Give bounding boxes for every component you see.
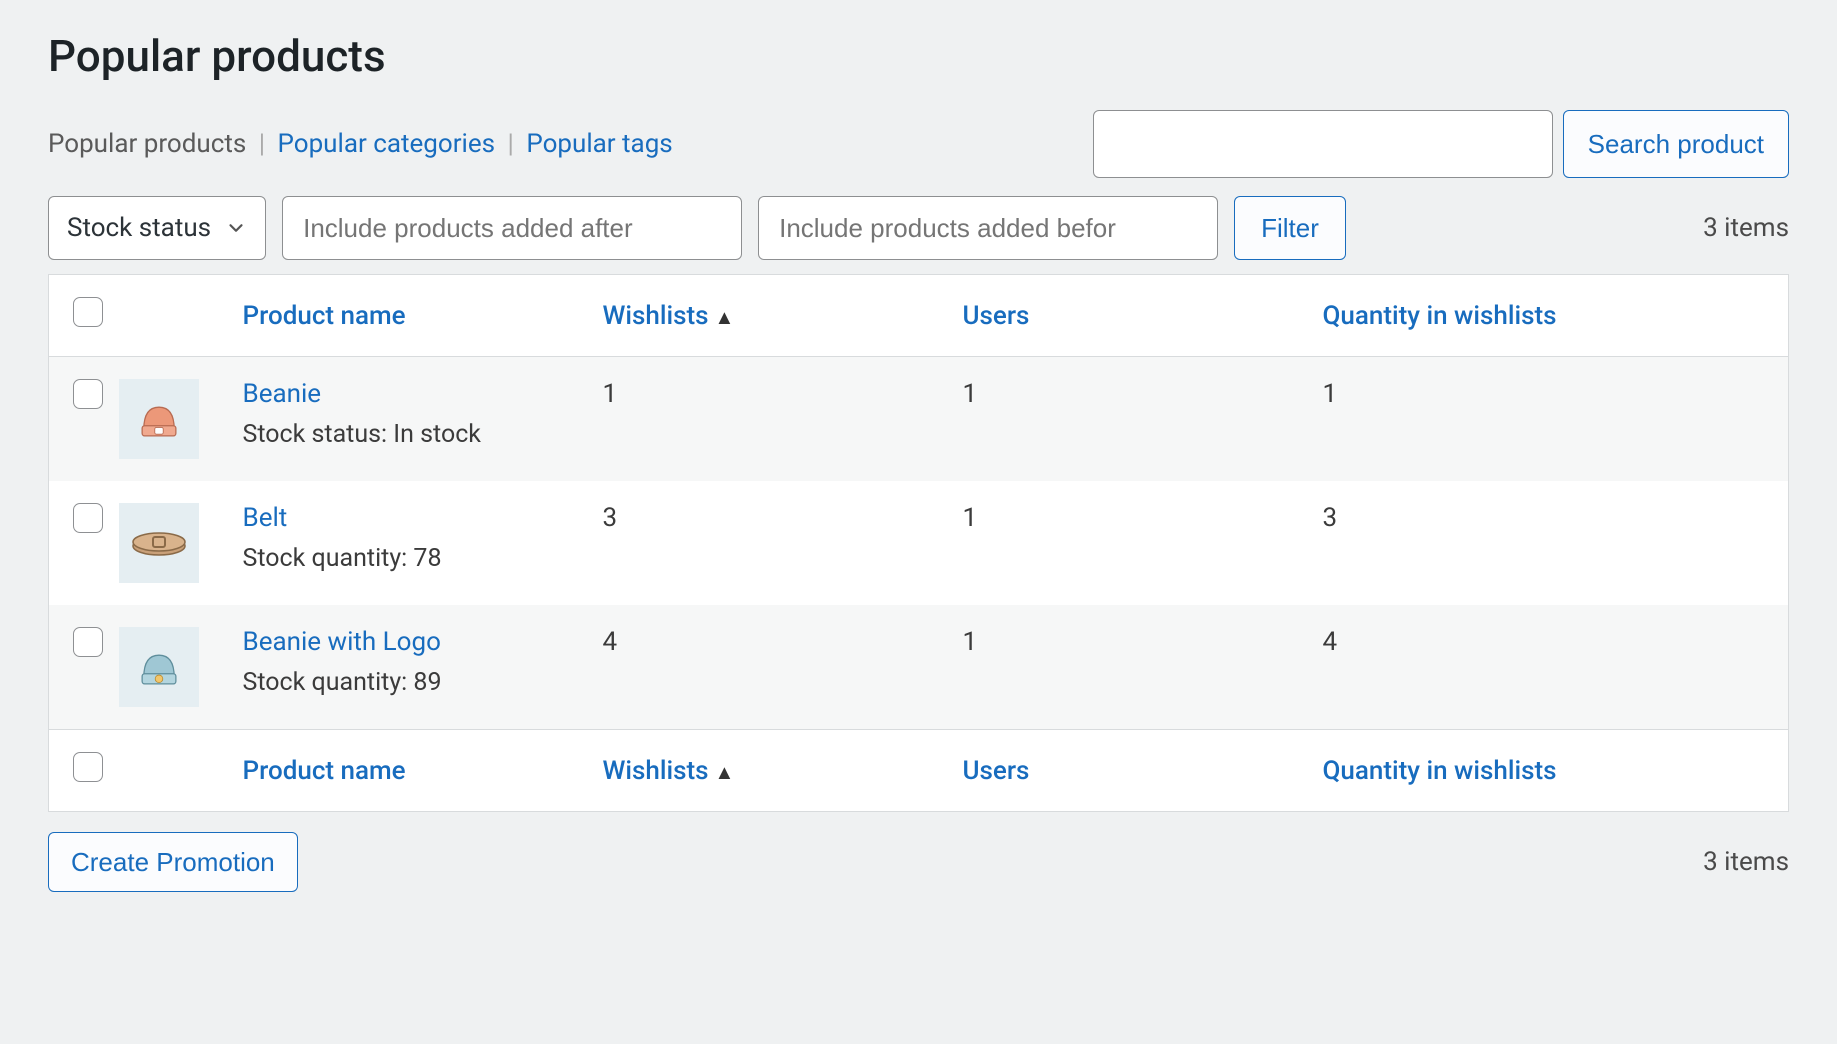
cell-quantity: 1 <box>1299 357 1789 482</box>
stock-status-select[interactable]: Stock status <box>48 196 266 260</box>
added-after-field[interactable] <box>301 198 723 258</box>
belt-icon <box>127 516 191 570</box>
beanie-logo-icon <box>132 640 186 694</box>
added-after-input[interactable] <box>282 196 742 260</box>
item-count-top: 3 items <box>1703 213 1789 243</box>
create-promotion-button[interactable]: Create Promotion <box>48 832 298 892</box>
col-wishlists-label: Wishlists <box>603 301 709 331</box>
select-all-checkbox[interactable] <box>73 297 103 327</box>
col-wishlists-label-bottom: Wishlists <box>603 756 709 786</box>
col-quantity-bottom[interactable]: Quantity in wishlists <box>1323 756 1557 786</box>
cell-wishlists: 1 <box>579 357 939 482</box>
stock-status-label: Stock status <box>67 213 211 243</box>
col-product-name[interactable]: Product name <box>243 301 406 331</box>
sort-asc-icon: ▲ <box>715 305 735 329</box>
products-table: Product name Wishlists▲ Users Quantity i… <box>48 274 1789 812</box>
product-thumbnail[interactable] <box>119 627 199 707</box>
filter-row: Stock status Filter 3 items <box>48 196 1789 260</box>
table-footer-row: Product name Wishlists▲ Users Quantity i… <box>49 730 1789 812</box>
search-product-button[interactable]: Search product <box>1563 110 1789 178</box>
product-thumbnail[interactable] <box>119 379 199 459</box>
product-name-link[interactable]: Belt <box>243 503 288 533</box>
table-row: Beanie Stock status: In stock 1 1 1 <box>49 357 1789 482</box>
cell-users: 1 <box>939 605 1299 730</box>
sort-asc-icon: ▲ <box>715 760 735 784</box>
cell-wishlists: 4 <box>579 605 939 730</box>
item-count-bottom: 3 items <box>1703 847 1789 877</box>
subnav-current: Popular products <box>48 129 246 159</box>
added-before-field[interactable] <box>777 198 1199 258</box>
stock-line: Stock quantity: 78 <box>243 544 442 573</box>
chevron-down-icon <box>225 217 247 239</box>
col-users-bottom[interactable]: Users <box>963 756 1030 786</box>
row-checkbox[interactable] <box>73 379 103 409</box>
page-title: Popular products <box>48 30 1789 82</box>
table-row: Beanie with Logo Stock quantity: 89 4 1 … <box>49 605 1789 730</box>
col-wishlists[interactable]: Wishlists▲ <box>603 301 735 331</box>
col-wishlists-bottom[interactable]: Wishlists▲ <box>603 756 735 786</box>
search-input[interactable] <box>1093 110 1553 178</box>
cell-users: 1 <box>939 357 1299 482</box>
cell-quantity: 4 <box>1299 605 1789 730</box>
col-product-name-bottom[interactable]: Product name <box>243 756 406 786</box>
subnav-categories-link[interactable]: Popular categories <box>278 129 496 159</box>
footer-row: Create Promotion 3 items <box>48 832 1789 892</box>
subnav-tags-link[interactable]: Popular tags <box>526 129 672 159</box>
row-checkbox[interactable] <box>73 627 103 657</box>
stock-line: Stock status: In stock <box>243 420 481 449</box>
added-before-input[interactable] <box>758 196 1218 260</box>
separator: | <box>259 129 265 159</box>
product-thumbnail[interactable] <box>119 503 199 583</box>
cell-wishlists: 3 <box>579 481 939 605</box>
col-quantity[interactable]: Quantity in wishlists <box>1323 301 1557 331</box>
search-group: Search product <box>1093 110 1789 178</box>
select-all-checkbox-bottom[interactable] <box>73 752 103 782</box>
product-name-link[interactable]: Beanie with Logo <box>243 627 441 657</box>
subnav: Popular products | Popular categories | … <box>48 129 673 159</box>
subnav-search-row: Popular products | Popular categories | … <box>48 110 1789 178</box>
beanie-icon <box>132 392 186 446</box>
product-name-link[interactable]: Beanie <box>243 379 322 409</box>
stock-line: Stock quantity: 89 <box>243 668 442 697</box>
cell-quantity: 3 <box>1299 481 1789 605</box>
table-row: Belt Stock quantity: 78 3 1 3 <box>49 481 1789 605</box>
table-header-row: Product name Wishlists▲ Users Quantity i… <box>49 275 1789 357</box>
cell-users: 1 <box>939 481 1299 605</box>
separator: | <box>508 129 514 159</box>
filter-button[interactable]: Filter <box>1234 196 1346 260</box>
col-users[interactable]: Users <box>963 301 1030 331</box>
row-checkbox[interactable] <box>73 503 103 533</box>
